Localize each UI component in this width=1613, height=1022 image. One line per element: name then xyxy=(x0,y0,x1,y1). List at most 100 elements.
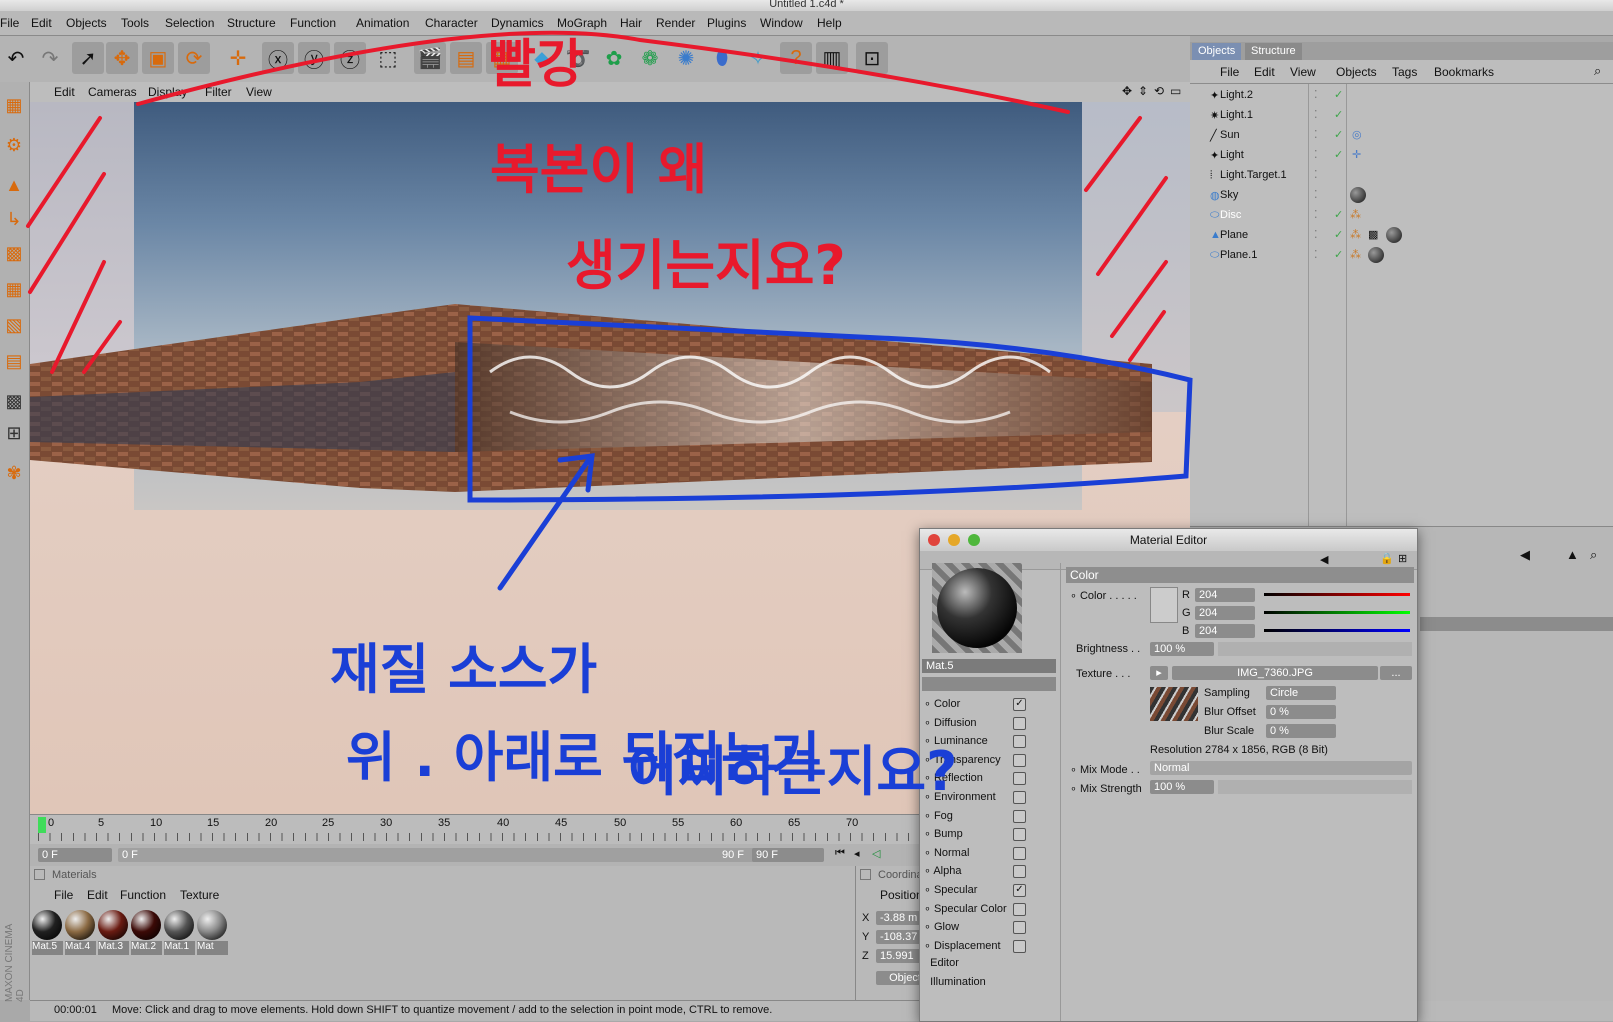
recent-tool-icon[interactable]: ✛ xyxy=(222,42,254,74)
red-value-field[interactable]: 204 xyxy=(1195,588,1255,602)
channel-checkbox[interactable]: ✓ xyxy=(1013,698,1026,711)
coordinate-system-icon[interactable]: ⬚ xyxy=(372,42,404,74)
menu-objects[interactable]: Objects xyxy=(66,16,107,30)
enabled-check-icon[interactable]: ✓ xyxy=(1334,228,1343,241)
mix-strength-field[interactable]: 100 % xyxy=(1150,780,1214,794)
object-name[interactable]: Light.Target.1 xyxy=(1220,169,1287,181)
scale-tool-icon[interactable]: ▣ xyxy=(142,42,174,74)
object-name[interactable]: Sky xyxy=(1220,189,1238,201)
help-icon[interactable]: ? xyxy=(780,42,812,74)
channel-specular[interactable]: ∘ Specular xyxy=(924,883,977,896)
object-mode-icon[interactable]: ⚙ xyxy=(2,130,26,160)
mix-strength-slider[interactable] xyxy=(1218,780,1412,794)
channel-checkbox[interactable] xyxy=(1013,865,1026,879)
nurbs-icon[interactable]: ✿ xyxy=(598,42,630,74)
channel-color[interactable]: ∘ Color xyxy=(924,697,960,710)
material-thumbnail-label[interactable]: Mat.1 xyxy=(164,941,195,955)
object-name[interactable]: Light.2 xyxy=(1220,89,1253,101)
channel-checkbox[interactable] xyxy=(1013,846,1026,860)
start-frame-field[interactable]: 0 F xyxy=(38,848,112,862)
material-thumbnail-label[interactable]: Mat.5 xyxy=(32,941,63,955)
channel-checkbox[interactable]: ✓ xyxy=(1013,884,1026,897)
channel-checkbox[interactable] xyxy=(1013,772,1026,786)
viewport-menu-edit[interactable]: Edit xyxy=(54,85,75,99)
object-row[interactable]: ╱ Sun ⁚ ✓ ◎ xyxy=(1190,126,1613,146)
go-to-start-icon[interactable]: ⏮ xyxy=(835,847,845,860)
x-axis-lock-icon[interactable]: ⓧ xyxy=(262,42,294,74)
object-name[interactable]: Sun xyxy=(1220,129,1240,141)
render-picture-viewer-icon[interactable]: ▤ xyxy=(450,42,482,74)
visibility-dots-icon[interactable]: ⁚ xyxy=(1314,148,1318,161)
channel-checkbox[interactable] xyxy=(1013,828,1026,842)
channel-editor[interactable]: Editor xyxy=(924,957,959,969)
material-thumbnail[interactable] xyxy=(197,910,227,940)
material-thumbnail-label[interactable]: Mat.2 xyxy=(131,941,162,955)
object-row[interactable]: ▲ Plane ⁚ ✓ ⁂ ▩ xyxy=(1190,226,1613,246)
polygons-mode-icon[interactable]: ▧ xyxy=(2,310,26,340)
back-arrow-icon[interactable]: ◀ xyxy=(1520,547,1530,563)
texture-menu-button[interactable]: ▸ xyxy=(1150,666,1168,680)
texture-tag-icon[interactable]: ⁂ xyxy=(1350,208,1361,221)
mix-mode-dropdown[interactable]: Normal xyxy=(1150,761,1412,775)
material-tag-icon[interactable] xyxy=(1350,187,1366,203)
material-thumbnail[interactable] xyxy=(98,910,128,940)
object-row[interactable]: ⬭ Plane.1 ⁚ ✓ ⁂ xyxy=(1190,246,1613,266)
blue-slider[interactable] xyxy=(1264,629,1410,632)
enabled-check-icon[interactable]: ✓ xyxy=(1334,88,1343,101)
visibility-dots-icon[interactable]: ⁚ xyxy=(1314,228,1318,241)
channel-checkbox[interactable] xyxy=(1013,939,1026,953)
channel-glow[interactable]: ∘ Glow xyxy=(924,920,959,933)
move-tool-icon[interactable]: ✥ xyxy=(106,42,138,74)
y-axis-lock-icon[interactable]: ⓨ xyxy=(298,42,330,74)
materials-menu-file[interactable]: File xyxy=(54,888,73,902)
checker-icon[interactable]: ▩ xyxy=(2,386,26,416)
viewport-maximize-icon[interactable]: ▭ xyxy=(1170,84,1181,98)
visibility-dots-icon[interactable]: ⁚ xyxy=(1314,168,1318,181)
texture-tag-icon[interactable]: ⁂ xyxy=(1350,248,1361,261)
objects-menu-edit[interactable]: Edit xyxy=(1254,65,1275,79)
new-window-icon[interactable]: ⊞ xyxy=(1398,552,1407,565)
cube-primitive-icon[interactable]: ◆ xyxy=(526,42,558,74)
menu-file[interactable]: File xyxy=(0,16,19,30)
materials-menu-texture[interactable]: Texture xyxy=(180,888,219,902)
object-name[interactable]: Plane.1 xyxy=(1220,249,1257,261)
tab-structure[interactable]: Structure xyxy=(1245,43,1302,60)
visibility-dots-icon[interactable]: ⁚ xyxy=(1314,88,1318,101)
viewport-menu-cameras[interactable]: Cameras xyxy=(88,85,137,99)
channel-environment[interactable]: ∘ Environment xyxy=(924,790,996,803)
current-frame-marker[interactable] xyxy=(38,817,46,833)
render-view-icon[interactable]: 🎬 xyxy=(414,42,446,74)
camera-icon[interactable]: ✧ xyxy=(742,42,774,74)
points-mode-icon[interactable]: ▩ xyxy=(2,238,26,268)
channel-checkbox[interactable] xyxy=(1013,735,1026,749)
menu-animation[interactable]: Animation xyxy=(356,16,409,30)
object-name[interactable]: Disc xyxy=(1220,209,1241,221)
objects-menu-objects[interactable]: Objects xyxy=(1336,65,1377,79)
sampling-dropdown[interactable]: Circle xyxy=(1266,686,1336,700)
channel-diffusion[interactable]: ∘ Diffusion xyxy=(924,716,977,729)
end-frame-field[interactable]: 90 F xyxy=(752,848,824,862)
material-name-field[interactable]: Mat.5 xyxy=(922,659,1056,673)
material-thumbnail-label[interactable]: Mat.4 xyxy=(65,941,96,955)
back-arrow-icon[interactable]: ◀ xyxy=(1320,553,1328,566)
panel-toggle-icon[interactable] xyxy=(34,869,45,880)
edges-mode-icon[interactable]: ▦ xyxy=(2,274,26,304)
channel-displacement[interactable]: ∘ Displacement xyxy=(924,939,1001,952)
material-thumbnail-label[interactable]: Mat.3 xyxy=(98,941,129,955)
render-settings-icon[interactable]: ▦ xyxy=(486,42,518,74)
object-row[interactable]: ⦙ Light.Target.1 ⁚ xyxy=(1190,166,1613,186)
objects-menu-view[interactable]: View xyxy=(1290,65,1316,79)
close-icon[interactable] xyxy=(928,534,940,546)
axis-mode-icon[interactable]: ↳ xyxy=(2,204,26,234)
previous-key-icon[interactable]: ◂ xyxy=(854,847,860,860)
viewport-menu-filter[interactable]: Filter xyxy=(205,85,232,99)
object-row[interactable]: ✦ Light.2 ⁚ ✓ xyxy=(1190,86,1613,106)
sun-tag-icon[interactable]: ◎ xyxy=(1352,128,1362,141)
object-name[interactable]: Light.1 xyxy=(1220,109,1253,121)
visibility-dots-icon[interactable]: ⁚ xyxy=(1314,248,1318,261)
timeline-ruler[interactable]: 0 5 10 15 20 25 30 35 40 45 50 55 60 65 … xyxy=(30,814,935,845)
texture-tag-icon[interactable]: ⁂ xyxy=(1350,228,1361,241)
object-row[interactable]: ✷ Light.1 ⁚ ✓ xyxy=(1190,106,1613,126)
redo-icon[interactable]: ↷ xyxy=(34,42,66,74)
channel-bump[interactable]: ∘ Bump xyxy=(924,827,963,840)
